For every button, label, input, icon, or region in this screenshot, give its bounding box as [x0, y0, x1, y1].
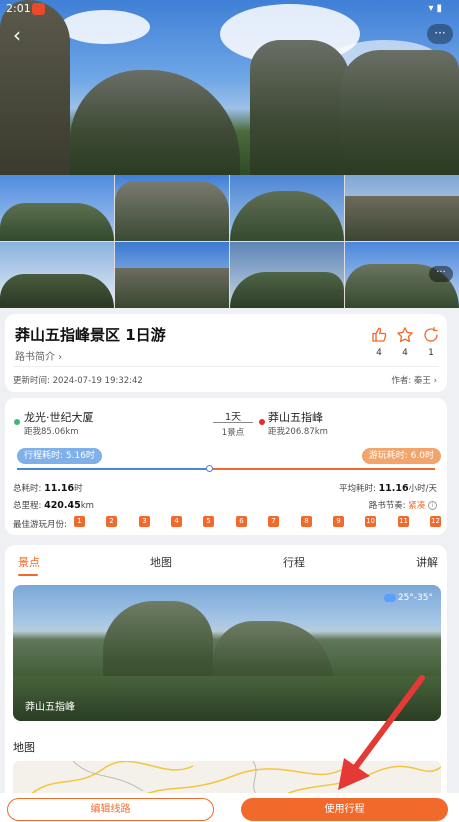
month-chip: 5: [203, 516, 214, 527]
month-chip: 1: [74, 516, 85, 527]
start-name: 龙光·世纪大厦: [24, 411, 94, 424]
month-chip: 4: [171, 516, 182, 527]
gallery-photo[interactable]: [345, 175, 459, 241]
travel-time-badge: 行程耗时: 5.16时: [17, 448, 102, 464]
trip-days: 1天: [224, 412, 242, 423]
play-time-bar: [209, 468, 435, 470]
favorite-button[interactable]: 4: [395, 326, 415, 358]
trip-spots: 1景点: [221, 428, 245, 438]
gallery-photo[interactable]: [230, 242, 344, 308]
signal-battery-icon: ▾▮: [428, 3, 445, 14]
spot-photo[interactable]: 25°-35° 莽山五指峰: [13, 585, 441, 721]
tab-spots[interactable]: 景点: [18, 554, 40, 570]
detail-card: 景点 地图 行程 讲解 25°-35° 莽山五指峰 地图: [5, 545, 447, 822]
cloud-rain-icon: [383, 593, 396, 602]
end-dot-icon: [259, 419, 265, 425]
route-title: 莽山五指峰景区 1日游: [15, 326, 166, 344]
thumbs-up-icon: [372, 327, 387, 342]
month-chip: 12: [430, 516, 441, 527]
gallery-photo[interactable]: ···: [345, 242, 459, 308]
month-chip: 8: [301, 516, 312, 527]
author-link[interactable]: 作者: 秦王 ›: [391, 374, 437, 386]
route-arrow-icon: [213, 422, 253, 423]
like-count: 4: [376, 348, 382, 358]
hero-photo[interactable]: 2:01 ▾▮ ‹ ···: [0, 0, 459, 175]
total-time: 总耗时: 11.16时: [13, 483, 83, 494]
update-time: 更新时间: 2024-07-19 19:32:42: [13, 376, 143, 386]
month-chip: 10: [365, 516, 376, 527]
month-chip: 6: [236, 516, 247, 527]
tab-guide[interactable]: 讲解: [416, 554, 438, 570]
photo-gallery: ···: [0, 175, 459, 308]
share-icon: [424, 326, 438, 342]
share-button[interactable]: 1: [421, 326, 441, 358]
end-distance: 距我206.87km: [268, 427, 328, 437]
use-itinerary-button[interactable]: 使用行程: [241, 798, 448, 821]
share-count: 1: [428, 348, 434, 358]
spot-name: 莽山五指峰: [25, 702, 75, 713]
tab-itinerary[interactable]: 行程: [283, 554, 305, 570]
tab-map[interactable]: 地图: [150, 554, 172, 570]
start-dot-icon: [14, 419, 20, 425]
gallery-more-button[interactable]: ···: [429, 266, 453, 282]
month-chip: 7: [268, 516, 279, 527]
total-distance: 总里程: 420.45km: [13, 500, 94, 511]
edit-route-button[interactable]: 编辑线路: [7, 798, 214, 821]
divider: [13, 366, 439, 367]
bottom-action-bar: 编辑线路 使用行程: [0, 793, 459, 822]
month-chip: 3: [139, 516, 150, 527]
time-split-marker: [206, 465, 213, 472]
gallery-photo[interactable]: [0, 242, 114, 308]
info-icon[interactable]: i: [428, 501, 437, 510]
star-icon: [397, 327, 413, 343]
route-intro-link[interactable]: 路书简介 ›: [15, 348, 62, 363]
like-button[interactable]: 4: [369, 326, 389, 358]
back-icon[interactable]: ‹: [6, 24, 28, 46]
active-tab-indicator: [18, 574, 38, 576]
month-chip: 11: [398, 516, 409, 527]
average-time: 平均耗时: 11.16小时/天: [338, 483, 437, 494]
hero-more-button[interactable]: ···: [427, 24, 453, 44]
detail-tabs: 景点 地图 行程 讲解: [5, 545, 447, 577]
gallery-photo[interactable]: [115, 242, 229, 308]
play-time-badge: 游玩耗时: 6.0时: [361, 448, 441, 464]
gallery-photo[interactable]: [0, 175, 114, 241]
end-name: 莽山五指峰: [268, 411, 323, 424]
map-section-title: 地图: [13, 741, 35, 754]
gallery-photo[interactable]: [115, 175, 229, 241]
route-pace[interactable]: 路书节奏: 紧凑 i: [369, 499, 437, 511]
best-months-label: 最佳游玩月份:: [13, 520, 67, 530]
weather-badge: 25°-35°: [383, 593, 433, 603]
route-info-card: 莽山五指峰景区 1日游 路书简介 › 4 4 1 更新时间: 2024-07-1…: [5, 314, 447, 392]
gallery-photo[interactable]: [230, 175, 344, 241]
month-chip: 2: [106, 516, 117, 527]
start-distance: 距我85.06km: [24, 427, 79, 437]
favorite-count: 4: [402, 348, 408, 358]
travel-time-bar: [17, 468, 209, 470]
status-time: 2:01: [6, 2, 31, 15]
month-chip: 9: [333, 516, 344, 527]
status-bar: 2:01 ▾▮: [0, 0, 459, 20]
app-notification-icon: [32, 3, 45, 15]
trip-summary-card: 龙光·世纪大厦 距我85.06km 1天 1景点 莽山五指峰 距我206.87k…: [5, 398, 447, 535]
